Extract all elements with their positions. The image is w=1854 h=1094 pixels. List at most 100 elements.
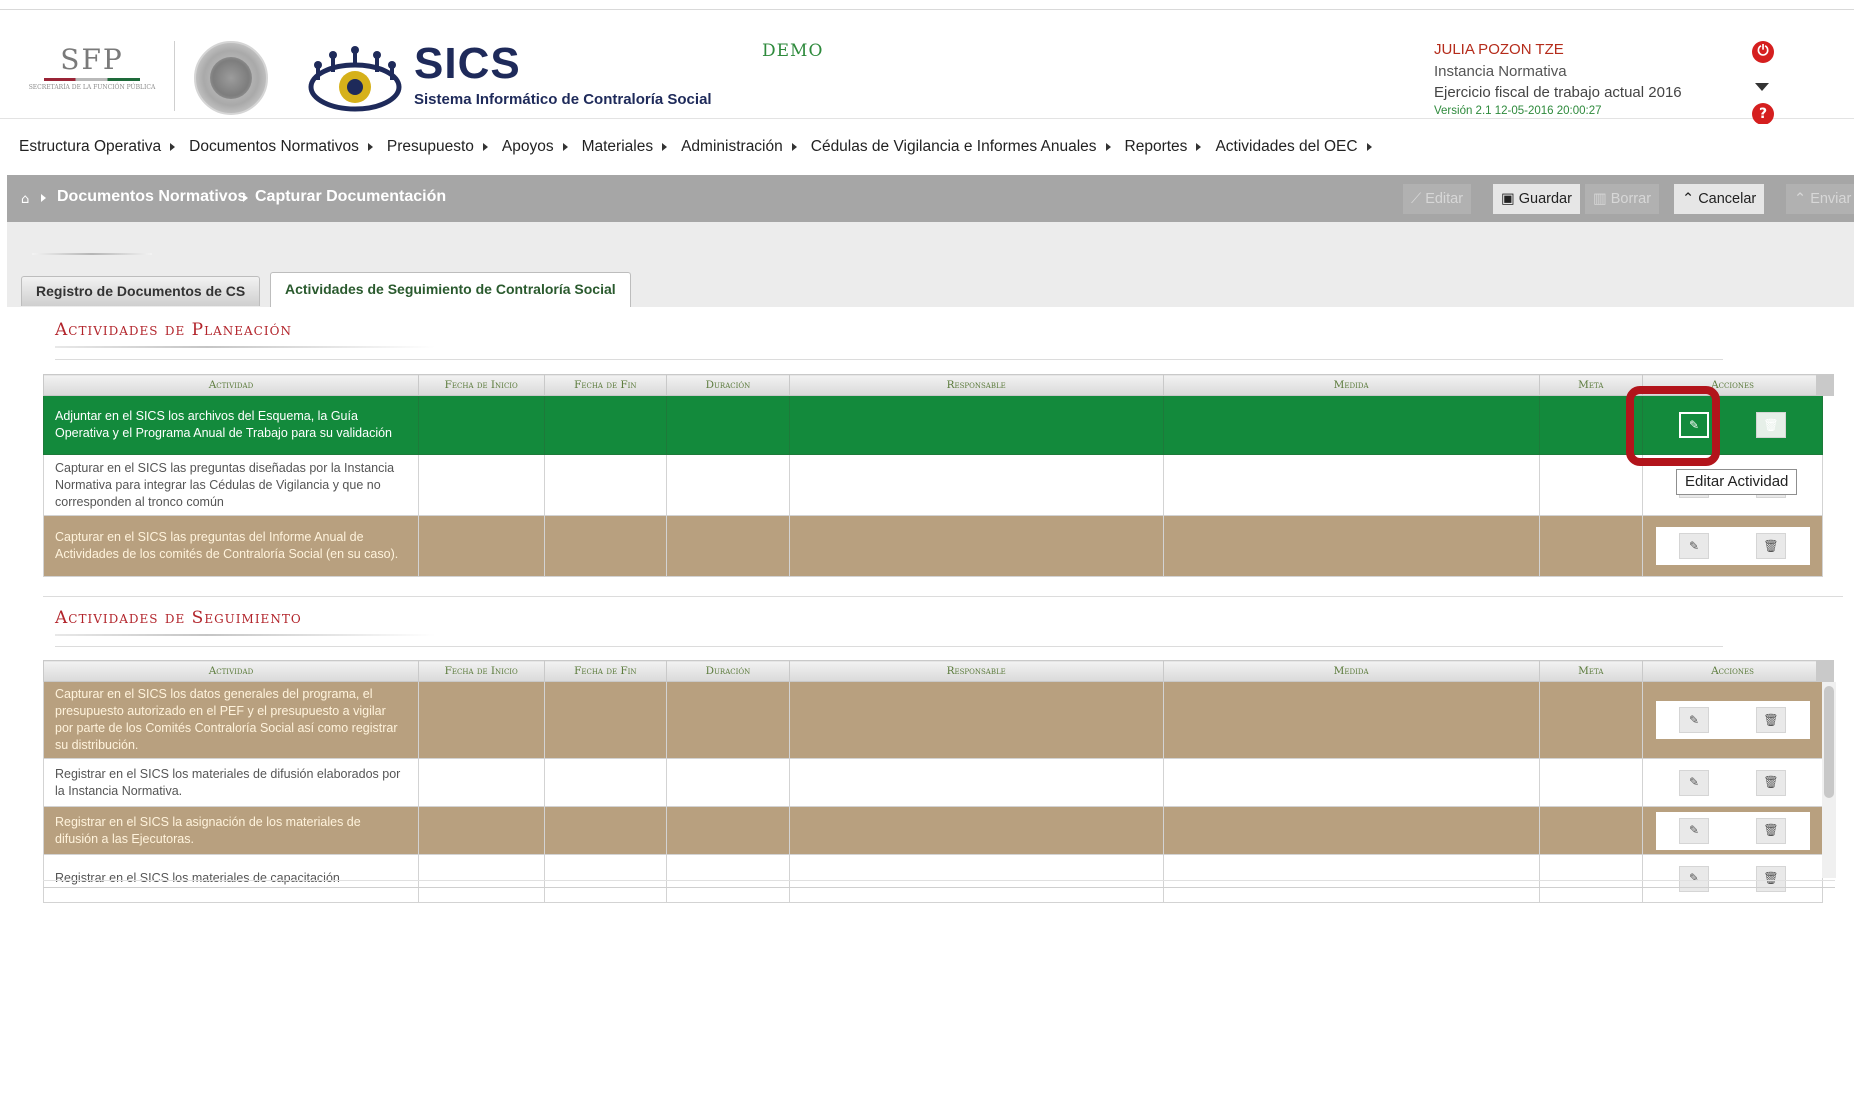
scrollbar-thumb[interactable] [1824,686,1834,798]
trash-icon[interactable]: 🗑 [1756,707,1787,733]
menu-documentos-normativos[interactable]: Documentos Normativos [189,138,373,156]
tab-row: Registro de Documentos de CS Actividades… [7,262,1854,307]
chevron-up-icon: ⌃ [1682,191,1699,207]
content-top-strip [7,222,1854,262]
breadcrumb-capturar-documentacion: Capturar Documentación [255,188,447,205]
col-fecha-inicio[interactable]: Fecha de Inicio [417,660,545,682]
logo-separator [174,41,175,111]
menu-materiales[interactable]: Materiales [582,138,668,156]
tab-actividades-seguimiento[interactable]: Actividades de Seguimiento de Contralorí… [270,272,631,307]
sics-eye-logo [308,46,402,112]
actions-cell: ✎🗑 [1642,515,1823,577]
activity-cell: Registrar en el SICS los materiales de d… [43,758,419,807]
menu-estructura-operativa[interactable]: Estructura Operativa [19,138,176,156]
col-acciones: Acciones [1642,660,1823,682]
col-meta[interactable]: Meta [1538,660,1644,682]
user-role: Instancia Normativa [1434,63,1567,80]
col-fecha-fin[interactable]: Fecha de Fin [543,660,668,682]
user-name: JULIA POZON TZE [1434,41,1564,58]
section-title-planeacion: Actividades de Planeación [55,320,292,340]
trash-icon[interactable]: 🗑 [1756,817,1787,844]
actions-cell: ✎🗑 [1642,758,1823,807]
app-subtitle: Sistema Informático de Contraloría Socia… [414,91,712,108]
section-rule [55,646,1723,647]
col-responsable[interactable]: Responsable [788,374,1164,396]
menu-apoyos[interactable]: Apoyos [502,138,568,156]
activity-cell: Capturar en el SICS las preguntas diseña… [43,454,419,516]
activity-cell: Registrar en el SICS la asignación de lo… [43,806,419,855]
sfp-logo-text: SFP [60,43,124,76]
col-responsable[interactable]: Responsable [788,660,1164,682]
col-actividad[interactable]: Actividad [43,374,419,396]
sfp-logo: SFP SECRETARÍA DE LA FUNCIÓN PÚBLICA [22,43,162,113]
submenu-arrow-icon [170,143,176,151]
submenu-arrow-icon [562,143,568,151]
table-header-row: Actividad Fecha de Inicio Fecha de Fin D… [43,660,1823,682]
activity-cell: Capturar en el SICS las preguntas del In… [43,515,419,577]
send-button[interactable]: ⌃ Enviar [1786,184,1854,214]
power-icon[interactable]: ⏻ [1752,41,1774,63]
save-button[interactable]: ▣ Guardar [1493,184,1580,214]
environment-label: DEMO [762,41,824,61]
breadcrumb-separator-icon [41,194,46,202]
page-header: SFP SECRETARÍA DE LA FUNCIÓN PÚBLICA SIC… [0,11,1854,125]
help-icon[interactable]: ? [1752,103,1774,125]
chevron-up-icon: ⌃ [1794,191,1811,207]
trash-icon: ▥ [1593,191,1611,207]
menu-presupuesto[interactable]: Presupuesto [387,138,488,156]
actions-cell: ✎🗑 [1642,806,1823,855]
seguimiento-table: Actividad Fecha de Inicio Fecha de Fin D… [43,660,1823,903]
col-duracion[interactable]: Duración [666,374,790,396]
menu-cedulas-vigilancia[interactable]: Cédulas de Vigilancia e Informes Anuales [811,138,1111,156]
tab-registro-documentos[interactable]: Registro de Documentos de CS [21,276,261,306]
submenu-arrow-icon [662,143,668,151]
top-border [0,0,1854,10]
table-header-row: Actividad Fecha de Inicio Fecha de Fin D… [43,374,1823,396]
main-content: Registro de Documentos de CS Actividades… [7,222,1854,913]
user-menu-caret-icon[interactable] [1755,83,1769,91]
pencil-icon[interactable]: ✎ [1679,533,1710,559]
table-row[interactable]: Capturar en el SICS las preguntas diseña… [43,454,1823,516]
menu-reportes[interactable]: Reportes [1125,138,1202,156]
breadcrumb-separator-icon [243,194,248,202]
submenu-arrow-icon [1196,143,1202,151]
col-actividad[interactable]: Actividad [43,660,419,682]
col-duracion[interactable]: Duración [666,660,790,682]
vertical-scrollbar[interactable] [1822,682,1836,878]
section-underline [55,634,435,636]
col-medida[interactable]: Medida [1162,374,1540,396]
seguimiento-table-viewport: Actividad Fecha de Inicio Fecha de Fin D… [43,660,1823,1094]
cancel-button[interactable]: ⌃ Cancelar [1674,184,1765,214]
pencil-icon[interactable]: ✎ [1679,817,1710,844]
section-underline [55,346,435,348]
col-fecha-inicio[interactable]: Fecha de Inicio [417,374,545,396]
menu-administracion[interactable]: Administración [681,138,797,156]
trash-icon[interactable]: 🗑 [1756,769,1787,796]
app-title: SICS [414,39,521,88]
table-row[interactable]: Capturar en el SICS los datos generales … [43,681,1823,759]
national-seal-logo [194,41,268,115]
actions-cell: ✎🗑 [1642,854,1823,903]
trash-icon[interactable]: 🗑 [1756,533,1787,559]
col-fecha-fin[interactable]: Fecha de Fin [543,374,668,396]
table-row[interactable]: Capturar en el SICS las preguntas del In… [43,515,1823,577]
pencil-icon[interactable]: ✎ [1679,769,1710,796]
col-medida[interactable]: Medida [1162,660,1540,682]
delete-button[interactable]: ▥ Borrar [1585,184,1660,214]
breadcrumb-documentos-normativos[interactable]: Documentos Normativos [57,188,246,206]
table-row[interactable]: Adjuntar en el SICS los archivos del Esq… [43,395,1823,455]
pencil-icon[interactable]: ✎ [1679,707,1710,733]
edit-button[interactable]: ⟋ Editar [1403,184,1472,214]
table-row[interactable]: Registrar en el SICS los materiales de d… [43,758,1823,807]
activity-cell: Registrar en el SICS los materiales de c… [43,854,419,903]
home-icon[interactable]: ⌂ [21,192,29,207]
menu-actividades-oec[interactable]: Actividades del OEC [1215,138,1372,156]
trash-icon[interactable]: 🗑 [1756,412,1787,438]
submenu-arrow-icon [1105,143,1111,151]
main-menu: Estructura Operativa Documentos Normativ… [0,124,1854,170]
section-rule [43,596,1843,597]
edit-action-highlight [1626,386,1720,466]
table-row[interactable]: Registrar en el SICS los materiales de c… [43,854,1823,903]
table-row[interactable]: Registrar en el SICS la asignación de lo… [43,806,1823,855]
submenu-arrow-icon [482,143,488,151]
